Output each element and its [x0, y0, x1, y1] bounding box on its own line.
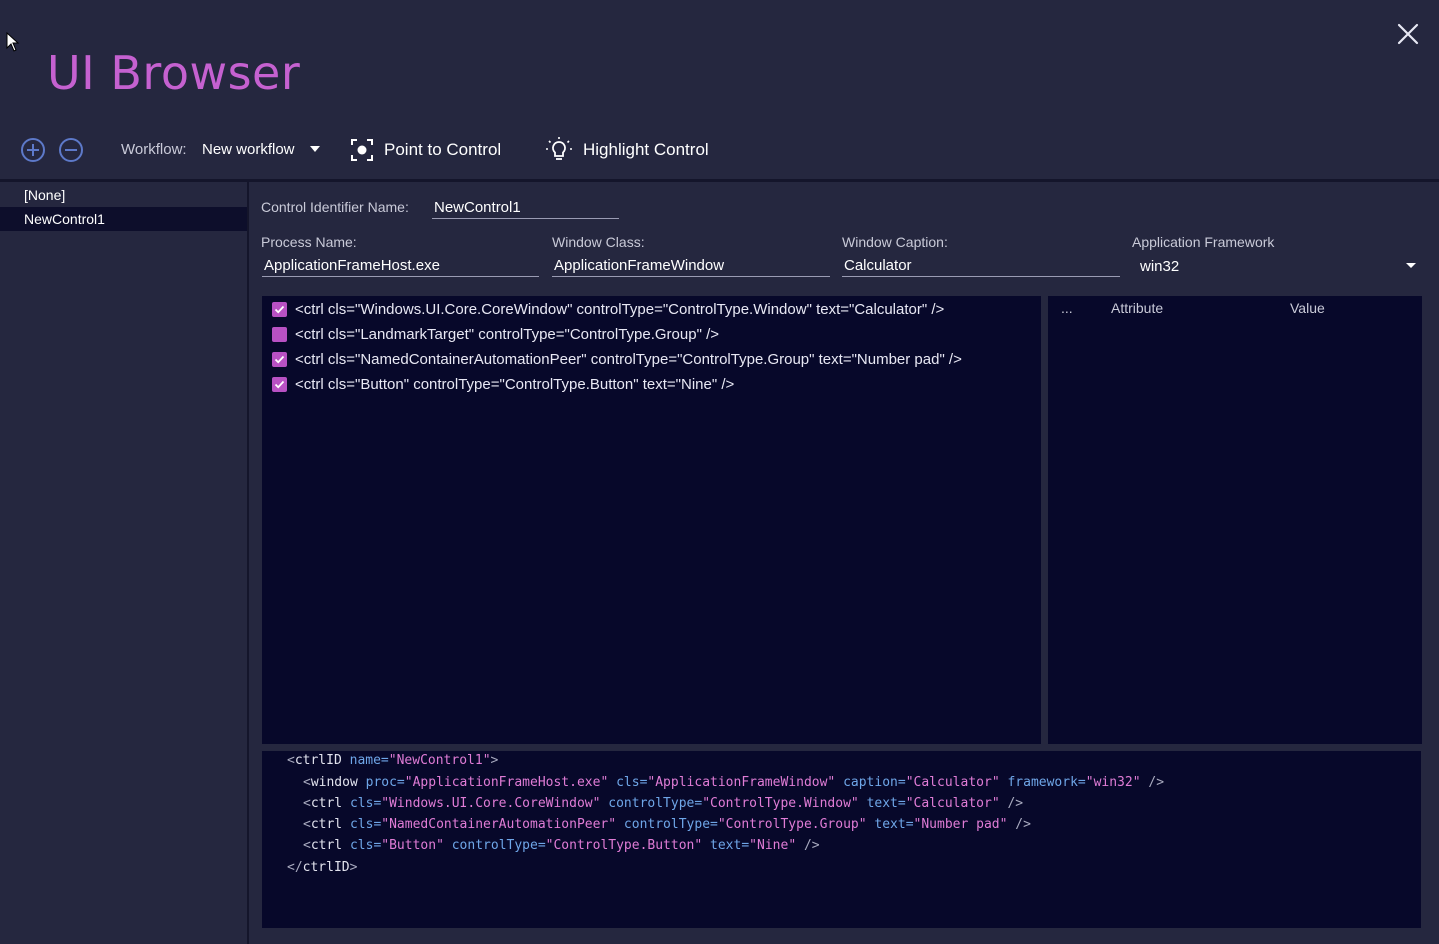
window-class-input[interactable]: ApplicationFrameWindow	[552, 255, 830, 277]
tree-row-checkbox[interactable]	[272, 376, 287, 392]
close-icon	[1397, 23, 1419, 45]
col-header-attribute[interactable]: Attribute	[1111, 300, 1163, 316]
tree-row-checkbox[interactable]	[272, 301, 287, 317]
checkmark-icon	[274, 380, 285, 388]
tree-row-text: <ctrl cls="Windows.UI.Core.CoreWindow" c…	[295, 300, 945, 318]
process-name-label: Process Name:	[261, 234, 357, 250]
process-name-input[interactable]: ApplicationFrameHost.exe	[262, 255, 539, 277]
toolbar: Workflow: New workflow Point to Control …	[20, 134, 780, 166]
highlight-control-button[interactable]: Highlight Control	[545, 134, 709, 166]
sidebar-item-none[interactable]: [None]	[0, 183, 247, 207]
tree-row-text: <ctrl cls="Button" controlType="ControlT…	[295, 375, 735, 393]
tree-row-text: <ctrl cls="LandmarkTarget" controlType="…	[295, 325, 719, 343]
cursor-icon	[6, 32, 20, 52]
add-control-button[interactable]	[20, 137, 46, 163]
sidebar: [None] NewControl1	[0, 182, 247, 944]
tree-row[interactable]: <ctrl cls="Button" controlType="ControlT…	[272, 373, 734, 395]
col-header-value[interactable]: Value	[1290, 300, 1325, 316]
window-class-label: Window Class:	[552, 234, 645, 250]
identifier-input[interactable]: NewControl1	[432, 197, 619, 219]
point-to-control-label: Point to Control	[384, 140, 502, 159]
chevron-down-icon[interactable]	[310, 146, 320, 152]
control-tree-panel: <ctrl cls="Windows.UI.Core.CoreWindow" c…	[262, 296, 1041, 744]
sidebar-divider	[247, 182, 249, 944]
window-caption-label: Window Caption:	[842, 234, 948, 250]
close-button[interactable]	[1394, 20, 1422, 48]
identifier-label: Control Identifier Name:	[261, 199, 409, 215]
xml-line-root-close: </ctrlID>	[287, 860, 358, 875]
xml-preview-panel: <ctrlID name="NewControl1"> <window proc…	[262, 751, 1421, 928]
chevron-down-icon[interactable]	[1406, 263, 1416, 268]
add-circle-icon	[21, 138, 45, 162]
app-title: UI Browser	[47, 46, 301, 100]
xml-line-ctrl: <ctrl cls="Button" controlType="ControlT…	[303, 838, 820, 853]
remove-control-button[interactable]	[58, 137, 84, 163]
target-icon	[351, 139, 373, 161]
xml-line-ctrl: <ctrl cls="NamedContainerAutomationPeer"…	[303, 817, 1031, 832]
app-framework-select[interactable]: win32	[1138, 256, 1418, 278]
checkmark-icon	[274, 355, 285, 363]
app-framework-label: Application Framework	[1132, 234, 1275, 250]
point-to-control-button[interactable]: Point to Control	[350, 134, 501, 166]
xml-line-window: <window proc="ApplicationFrameHost.exe" …	[303, 775, 1165, 790]
xml-line-ctrl: <ctrl cls="Windows.UI.Core.CoreWindow" c…	[303, 796, 1024, 811]
lightbulb-icon	[546, 137, 572, 160]
tree-row-text: <ctrl cls="NamedContainerAutomationPeer"…	[295, 350, 962, 368]
col-header-more[interactable]: ...	[1061, 300, 1073, 316]
sidebar-item-newcontrol1[interactable]: NewControl1	[0, 207, 247, 231]
tree-row[interactable]: <ctrl cls="LandmarkTarget" controlType="…	[272, 323, 719, 345]
remove-circle-icon	[59, 138, 83, 162]
checkmark-icon	[274, 305, 285, 313]
highlight-control-label: Highlight Control	[583, 140, 709, 159]
tree-row[interactable]: <ctrl cls="NamedContainerAutomationPeer"…	[272, 348, 962, 370]
window-caption-input[interactable]: Calculator	[842, 255, 1120, 277]
attribute-panel: ... Attribute Value	[1048, 296, 1422, 744]
workflow-dropdown[interactable]: New workflow	[202, 141, 295, 158]
tree-row[interactable]: <ctrl cls="Windows.UI.Core.CoreWindow" c…	[272, 298, 944, 320]
tree-row-checkbox[interactable]	[272, 326, 287, 342]
tree-row-checkbox[interactable]	[272, 351, 287, 367]
workflow-label: Workflow:	[121, 141, 187, 158]
xml-line-root-open: <ctrlID name="NewControl1">	[287, 753, 499, 768]
